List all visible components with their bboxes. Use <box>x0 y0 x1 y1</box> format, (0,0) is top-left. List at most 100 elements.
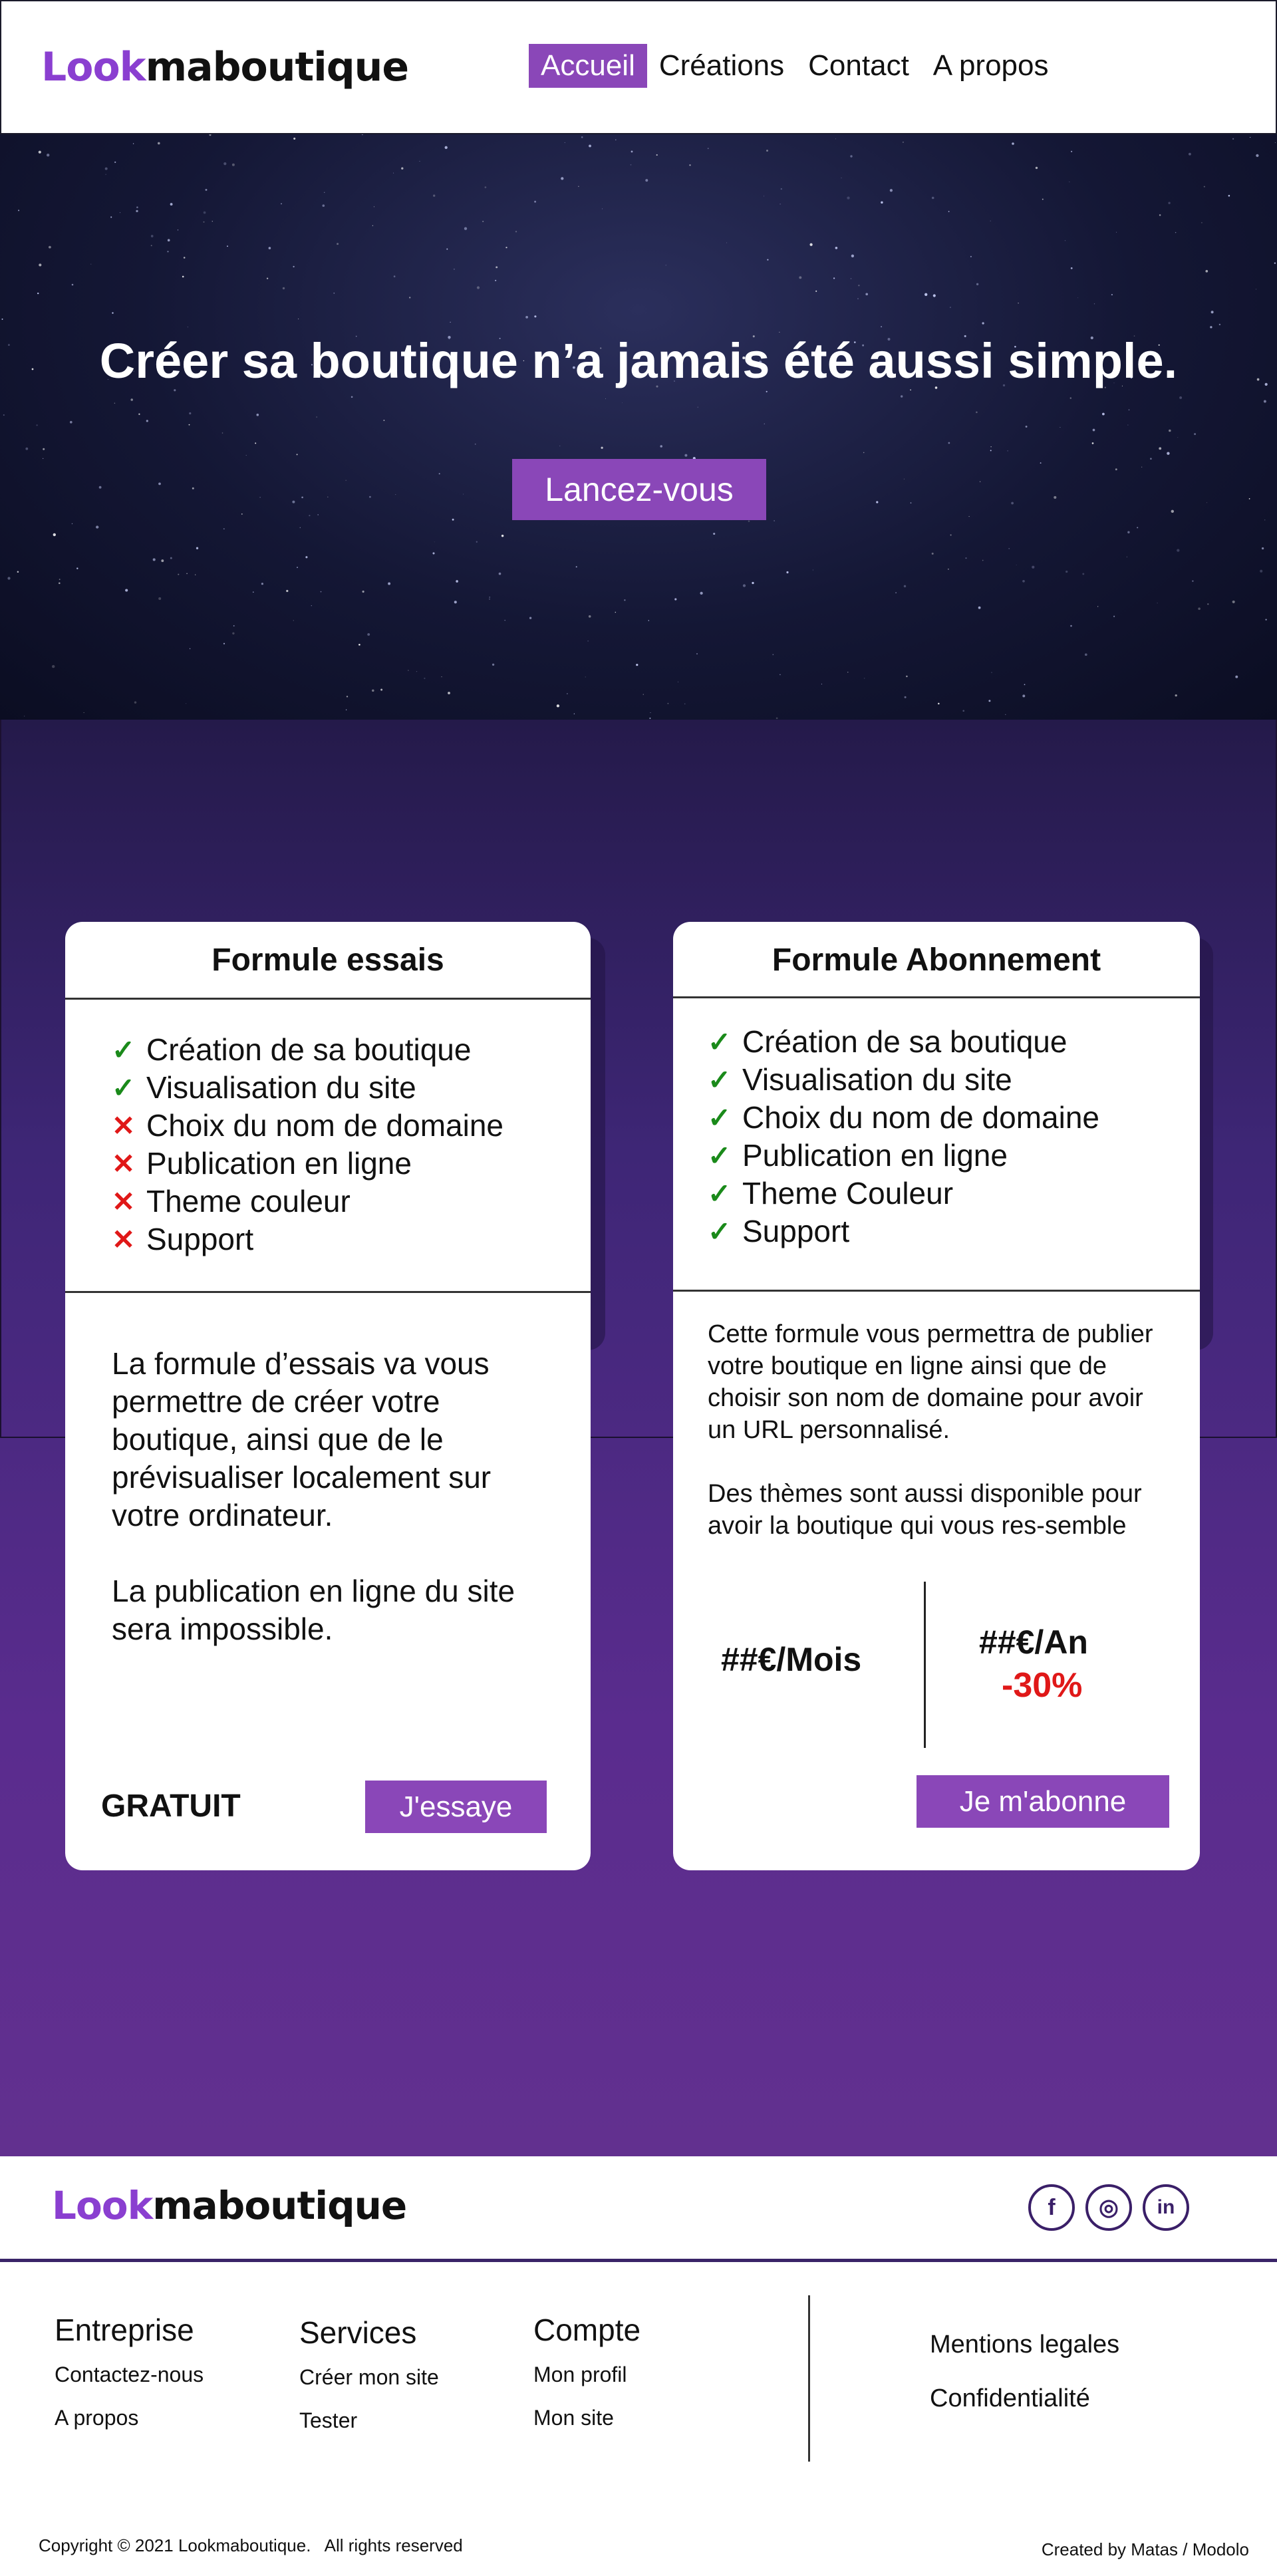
star <box>938 702 940 705</box>
star <box>978 606 981 609</box>
star <box>433 194 436 197</box>
footer-link-mon-site[interactable]: Mon site <box>533 2406 640 2430</box>
star <box>38 150 41 154</box>
footer-link-confidentialite[interactable]: Confidentialité <box>930 2384 1119 2413</box>
trial-feature-item: ✕ Support <box>112 1220 503 1258</box>
logo-part-maboutique: maboutique <box>145 44 409 90</box>
trial-feature-list: ✓ Création de sa boutique ✓ Visualisation d… <box>112 1031 503 1258</box>
star <box>1128 409 1130 411</box>
footer-link-contactez-nous[interactable]: Contactez-nous <box>55 2362 204 2387</box>
check-icon: ✓ <box>112 1072 136 1103</box>
footer-link-creer-mon-site[interactable]: Créer mon site <box>299 2365 439 2390</box>
footer-link-tester[interactable]: Tester <box>299 2408 439 2433</box>
star <box>631 150 633 153</box>
star <box>245 455 247 456</box>
check-icon: ✓ <box>708 1064 732 1095</box>
star <box>1082 573 1085 575</box>
star <box>452 518 454 521</box>
star <box>1274 262 1276 264</box>
footer-col-title: Entreprise <box>55 2313 194 2347</box>
feature-label: Support <box>146 1222 254 1256</box>
star <box>949 307 951 309</box>
nav-a-propos[interactable]: A propos <box>921 44 1061 88</box>
star <box>39 263 42 267</box>
star <box>188 424 190 426</box>
star <box>170 557 172 559</box>
star <box>1102 412 1105 416</box>
star <box>203 221 205 223</box>
star <box>434 541 435 543</box>
star <box>1025 425 1028 428</box>
star <box>132 143 134 144</box>
star <box>158 482 161 486</box>
star <box>1265 619 1267 621</box>
credit-text: Created by Matas / Modolo <box>1041 2539 1249 2559</box>
feature-label: Theme Couleur <box>742 1176 954 1211</box>
star <box>648 620 649 621</box>
star <box>1198 607 1201 610</box>
footer-link-a-propos[interactable]: A propos <box>55 2406 204 2430</box>
header-logo[interactable]: Lookmaboutique <box>41 44 409 90</box>
feature-label: Publication en ligne <box>742 1138 1008 1173</box>
lancez-vous-button[interactable]: Lancez-vous <box>512 459 766 520</box>
je-mabonne-button[interactable]: Je m'abonne <box>917 1775 1169 1828</box>
star <box>748 520 750 522</box>
star <box>932 294 936 297</box>
star <box>327 496 329 498</box>
star <box>1210 326 1212 329</box>
trial-feature-item: ✕ Publication en ligne <box>112 1145 503 1183</box>
star <box>1032 565 1035 569</box>
star <box>69 420 72 424</box>
footer-link-mon-profil[interactable]: Mon profil <box>533 2362 640 2387</box>
jessaye-button[interactable]: J'essaye <box>365 1781 547 1833</box>
trial-feature-item: ✕ Choix du nom de domaine <box>112 1107 503 1145</box>
star <box>195 574 196 575</box>
subscription-description: Cette formule vous permettra de publier … <box>708 1318 1173 1542</box>
star <box>292 500 295 503</box>
star <box>495 279 497 281</box>
star <box>674 598 677 601</box>
star <box>482 220 484 222</box>
check-icon: ✓ <box>708 1026 732 1058</box>
linkedin-icon[interactable]: in <box>1143 2184 1189 2231</box>
star <box>345 480 347 481</box>
instagram-icon[interactable]: ◎ <box>1085 2184 1132 2231</box>
star <box>136 210 138 213</box>
star <box>456 580 458 583</box>
footer-col-services: Services Créer mon site Tester <box>299 2315 439 2452</box>
star <box>835 138 836 140</box>
star <box>114 161 116 164</box>
star <box>858 284 860 287</box>
footer-column-separator <box>808 2295 810 2462</box>
nav-creations[interactable]: Créations <box>647 44 796 88</box>
star <box>1159 447 1162 450</box>
footer-logo[interactable]: Lookmaboutique <box>52 2183 407 2228</box>
star <box>1091 442 1094 444</box>
star <box>167 239 170 242</box>
star <box>525 316 528 319</box>
star <box>333 292 335 294</box>
star <box>388 582 391 585</box>
trial-price: GRATUIT <box>101 1789 241 1824</box>
star <box>857 298 859 299</box>
star <box>889 189 893 192</box>
star <box>707 148 709 150</box>
star <box>850 155 853 158</box>
subscription-feature-item: ✓ Support <box>708 1213 1099 1250</box>
star <box>660 445 662 448</box>
footer-link-mentions-legales[interactable]: Mentions legales <box>930 2331 1119 2359</box>
star <box>281 203 282 205</box>
star <box>297 567 298 569</box>
cross-icon: ✕ <box>112 1186 136 1217</box>
star <box>835 246 838 249</box>
star <box>504 619 505 621</box>
check-icon: ✓ <box>112 1034 136 1066</box>
star <box>138 413 140 415</box>
nav-accueil[interactable]: Accueil <box>529 44 647 88</box>
star <box>241 513 243 515</box>
facebook-icon[interactable]: f <box>1028 2184 1075 2231</box>
star <box>134 701 137 704</box>
star <box>53 533 56 537</box>
star <box>881 326 883 328</box>
nav-contact[interactable]: Contact <box>796 44 921 88</box>
